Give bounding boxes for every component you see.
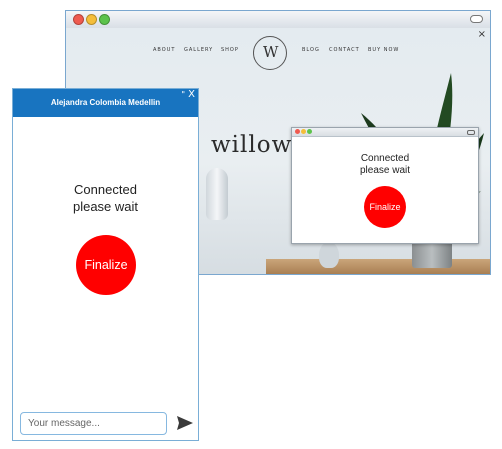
mini-maximize-button[interactable] [307, 129, 312, 134]
mini-minimize-button[interactable] [301, 129, 306, 134]
close-icon[interactable]: X [188, 89, 195, 100]
close-icon[interactable]: × [478, 29, 486, 40]
pitcher-image [206, 168, 228, 220]
nav-link-about[interactable]: ABOUT [153, 47, 175, 53]
message-input[interactable] [20, 412, 167, 435]
mini-status-line-1: Connected [360, 153, 410, 164]
mini-chat-popup: Connected please wait Finalize [291, 127, 479, 244]
chat-title: Alejandra Colombia Medellin [50, 98, 161, 107]
nav-link-contact[interactable]: CONTACT [329, 47, 360, 53]
maximize-window-button[interactable] [99, 14, 110, 25]
site-logo-letter: W [263, 43, 279, 61]
minimize-icon[interactable]: " [181, 90, 185, 99]
mini-finalize-button[interactable]: Finalize [364, 186, 406, 228]
close-window-button[interactable] [73, 14, 84, 25]
chat-connection-status: Connected please wait [13, 181, 198, 215]
browser-title-bar [66, 11, 490, 29]
mini-toolbar-toggle[interactable] [467, 130, 475, 135]
nav-link-gallery[interactable]: GALLERY [184, 47, 213, 53]
send-arrow-icon[interactable] [177, 416, 193, 430]
toolbar-toggle-button[interactable] [470, 15, 483, 23]
chat-status-line-1: Connected [74, 182, 137, 197]
mini-connection-status: Connected please wait [292, 153, 478, 177]
chat-widget: Alejandra Colombia Medellin " X Connecte… [12, 88, 199, 441]
mini-close-button[interactable] [295, 129, 300, 134]
finalize-button[interactable]: Finalize [76, 235, 136, 295]
chat-header: Alejandra Colombia Medellin " X [13, 89, 198, 117]
chat-status-line-2: please wait [72, 199, 139, 214]
table-image [266, 259, 490, 274]
vase-image [319, 242, 339, 268]
mini-popup-title-bar [292, 128, 478, 137]
nav-link-shop[interactable]: SHOP [221, 47, 239, 53]
nav-link-buy-now[interactable]: BUY NOW [368, 47, 399, 53]
mini-status-line-2: please wait [359, 165, 411, 176]
minimize-window-button[interactable] [86, 14, 97, 25]
nav-link-blog[interactable]: BLOG [302, 47, 320, 53]
